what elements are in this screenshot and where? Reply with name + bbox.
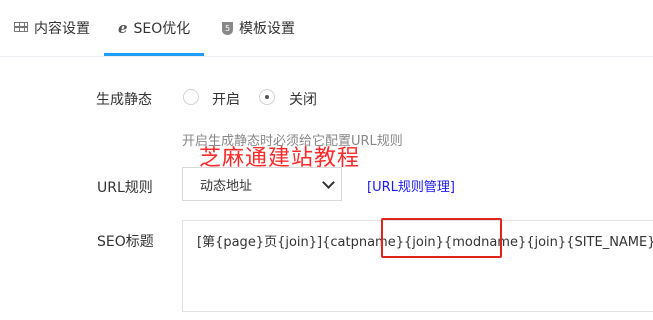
url-rule-select[interactable]: 动态地址 [182,167,342,201]
static-off-label[interactable]: 关闭 [289,89,317,109]
tab-template-settings[interactable]: 5 模板设置 [222,0,295,56]
tab-bar: 内容设置 e SEO优化 5 模板设置 [0,0,653,57]
static-on-label[interactable]: 开启 [212,89,240,109]
url-rule-label: URL规则 [97,180,153,196]
tab-content-settings[interactable]: 内容设置 [14,0,90,56]
highlight-box [381,218,502,258]
tab-label: 内容设置 [34,21,90,37]
url-rule-selected-value: 动态地址 [200,178,253,194]
static-on-radio[interactable] [183,89,199,105]
ie-e-icon: e [118,18,128,37]
static-off-radio[interactable] [259,89,275,105]
seo-title-label: SEO标题 [97,234,154,250]
tab-label: SEO优化 [133,21,191,37]
url-rule-manage-link[interactable]: [URL规则管理] [367,176,455,195]
tab-label: 模板设置 [239,21,295,37]
html5-icon: 5 [222,21,233,35]
grid-icon [14,22,28,34]
static-label: 生成静态 [96,92,152,108]
active-tab-indicator [104,53,205,56]
chevron-down-icon [322,176,335,189]
tab-seo[interactable]: e SEO优化 [104,0,205,56]
